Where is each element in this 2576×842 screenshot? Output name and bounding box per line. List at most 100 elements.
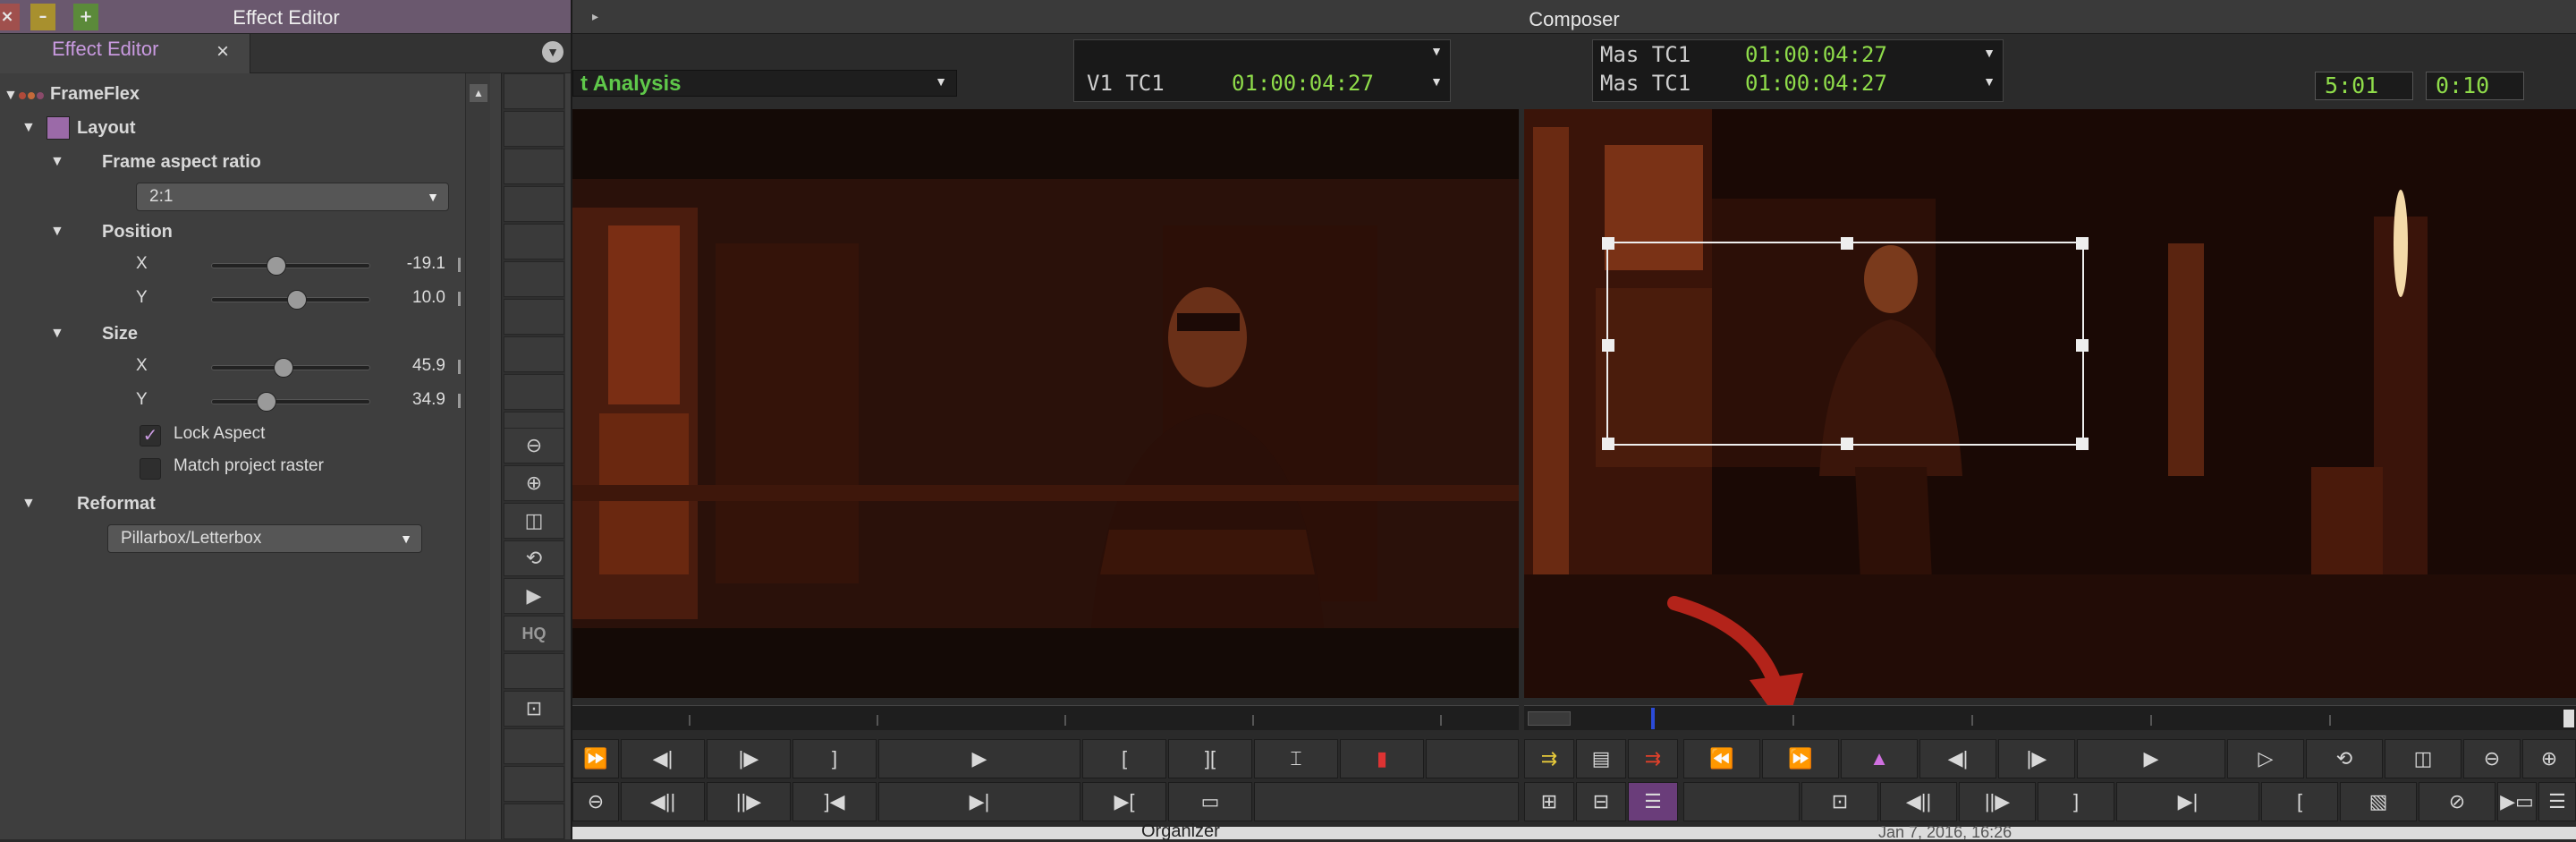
position-x-knob[interactable] [267,256,286,276]
link-button[interactable]: ⊖ [572,782,619,821]
play-button[interactable]: ▶ [878,739,1080,778]
effect-editor-titlebar[interactable]: × – + Effect Editor [0,0,571,34]
position-x-value[interactable]: -19.1 [383,254,445,274]
size-x-knob[interactable] [274,358,293,378]
empty-slot-button[interactable] [1254,782,1519,821]
timecode-display-record[interactable]: Mas TC1 01:00:04:27 ▼ Mas TC1 01:00:04:2… [1592,39,2004,102]
preview-frame-icon[interactable]: ⊡ [504,691,564,727]
size-y-slider[interactable] [211,392,370,412]
overwrite-button[interactable]: ▤ [1576,739,1626,778]
resize-handle[interactable] [1841,237,1853,250]
layout-enable-button[interactable] [47,116,70,140]
go-next-edit-button[interactable]: ||▶ [1959,782,2036,821]
step-forward-button[interactable]: |▶ [1998,739,2075,778]
tool-slot-button[interactable] [504,374,564,410]
resize-handle[interactable] [2076,339,2089,352]
hq-button[interactable]: HQ [504,616,564,651]
replace-button[interactable]: ⊞ [1524,782,1574,821]
step-back-button[interactable]: ◀| [621,739,705,778]
mark-out-button[interactable]: ] [792,739,877,778]
keyframe-button[interactable]: ☰ [2538,782,2576,821]
mark-in-button[interactable]: [ [1082,739,1166,778]
mark-out-button[interactable]: ] [2038,782,2114,821]
tab-menu-icon[interactable]: ▼ [542,41,564,63]
zoom-in-icon[interactable]: ⊕ [504,465,564,501]
tool-slot-button[interactable] [504,336,564,372]
resize-handle[interactable] [2076,237,2089,250]
size-y-value[interactable]: 34.9 [383,390,445,410]
size-x-slider[interactable] [211,358,370,378]
play-to-out-button[interactable]: ▶| [2116,782,2259,821]
size-y-knob[interactable] [257,392,276,412]
resize-handle[interactable] [1602,339,1614,352]
tool-slot-button[interactable] [504,73,564,109]
fast-forward-button[interactable]: ⏩ [572,739,619,778]
record-position-bar[interactable] [1524,705,2576,730]
composer-titlebar[interactable]: ▸ Composer [572,0,2576,34]
splice-in-button[interactable]: ⇉ [1524,739,1574,778]
position-y-slider[interactable] [211,290,370,310]
source-position-bar[interactable] [572,705,1519,730]
zoom-out-icon[interactable]: ⊖ [504,428,564,464]
mark-in-button[interactable]: [ [2261,782,2338,821]
expand-triangle-icon[interactable]: ▼ [50,326,64,342]
resize-handle[interactable] [2076,438,2089,450]
mark-clip-button[interactable]: ][ [1168,739,1252,778]
clear-marks-button[interactable]: ⌶ [1254,739,1338,778]
loop-icon[interactable]: ⟲ [504,540,564,576]
split-view-icon[interactable]: ◫ [504,503,564,539]
tool-slot-button[interactable] [504,766,564,802]
expand-triangle-icon[interactable]: ▼ [4,88,18,104]
disable-effect-button[interactable]: ⊘ [2419,782,2496,821]
expand-triangle-icon[interactable]: ▼ [21,496,36,512]
play-to-out-button[interactable]: ▶| [878,782,1080,821]
tool-slot-button[interactable] [504,149,564,184]
size-x-value[interactable]: 45.9 [383,356,445,376]
render-effect-button[interactable]: ▧ [2340,782,2417,821]
match-raster-checkbox[interactable] [140,458,161,480]
go-next-edit-button[interactable]: ||▶ [707,782,791,821]
expand-triangle-icon[interactable]: ▼ [21,120,36,136]
tool-slot-button[interactable] [504,186,564,222]
tab-close-icon[interactable]: × [216,39,229,64]
reformat-dropdown[interactable]: Pillarbox/Letterbox ▼ [107,524,422,553]
extract-button[interactable]: ⊟ [1576,782,1626,821]
safe-area-button[interactable]: ⊡ [1801,782,1878,821]
resize-handle[interactable] [1602,237,1614,250]
tool-slot-button[interactable] [504,111,564,147]
expand-triangle-icon[interactable]: ▼ [50,154,64,170]
play-icon[interactable]: ▶ [504,578,564,614]
frame-aspect-dropdown[interactable]: 2:1 ▼ [136,183,449,211]
tab-effect-editor[interactable]: Effect Editor × [0,34,250,73]
go-to-out-button[interactable]: ]◀ [792,782,877,821]
resize-handle[interactable] [1841,438,1853,450]
zoom-in-icon[interactable]: ⊕ [2522,739,2576,778]
empty-slot-button[interactable] [1426,739,1519,778]
go-prev-edit-button[interactable]: ◀|| [621,782,705,821]
clip-name-menu[interactable]: t Analysis ▼ [572,70,957,97]
step-forward-button[interactable]: |▶ [707,739,791,778]
expand-triangle-icon[interactable]: ▼ [50,224,64,240]
play-button[interactable]: ▶ [2077,739,2225,778]
end-marker[interactable] [2563,710,2574,727]
enlarge-button[interactable]: ▶▭ [2497,782,2537,821]
go-to-in-button[interactable]: ▶[ [1082,782,1166,821]
lift-button[interactable]: ⇉ [1628,739,1678,778]
empty-slot-button[interactable] [1683,782,1800,821]
trim-mode-button[interactable]: ☰ [1628,782,1678,821]
scroll-up-icon[interactable]: ▲ [470,84,487,102]
position-indicator[interactable] [1651,708,1655,729]
source-monitor[interactable] [572,109,1519,698]
duration-display-2[interactable]: 0:10 [2426,72,2524,100]
play-loop-button[interactable]: ▷ [2227,739,2304,778]
frameflex-bounding-box[interactable] [1602,237,2089,450]
tool-slot-button[interactable] [504,804,564,839]
loop-icon[interactable]: ⟲ [2306,739,2383,778]
lock-aspect-checkbox[interactable]: ✓ [140,425,161,447]
split-view-icon[interactable]: ◫ [2385,739,2462,778]
tool-slot-button[interactable] [504,261,564,297]
timecode-display-source[interactable]: ▼ V1 TC1 01:00:04:27 ▼ [1073,39,1451,102]
tool-slot-button[interactable] [504,224,564,259]
duration-display-1[interactable]: 5:01 [2315,72,2413,100]
step-back-button[interactable]: ◀| [1919,739,1996,778]
